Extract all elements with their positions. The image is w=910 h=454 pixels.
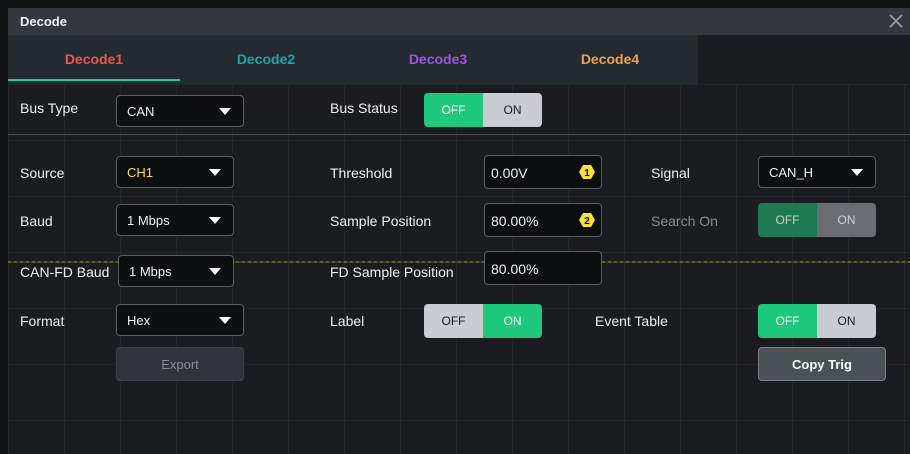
source-value: CH1 (127, 165, 154, 180)
baud-dropdown[interactable]: 1 Mbps (116, 204, 234, 236)
format-label: Format (20, 313, 65, 329)
bus-type-value: CAN (127, 104, 155, 119)
format-dropdown[interactable]: Hex (116, 304, 244, 336)
threshold-value: 0.00V (491, 165, 528, 181)
knob-1-number: 1 (584, 168, 590, 179)
baud-label: Baud (20, 213, 53, 229)
copy-trig-button[interactable]: Copy Trig (758, 347, 886, 381)
search-on-on: ON (817, 203, 876, 237)
tab-decode1[interactable]: Decode1 (8, 35, 180, 84)
fd-sample-position-value: 80.00% (491, 261, 539, 277)
export-button: Export (116, 347, 244, 381)
label-label: Label (330, 313, 365, 329)
chevron-down-icon (209, 169, 221, 176)
search-on-toggle: OFF ON (758, 203, 876, 237)
label-toggle[interactable]: OFF ON (424, 304, 542, 338)
title-bar: Decode (8, 8, 910, 35)
tab-decode4[interactable]: Decode4 (524, 35, 696, 84)
signal-dropdown[interactable]: CAN_H (758, 156, 876, 188)
signal-value: CAN_H (769, 165, 814, 180)
chevron-down-icon (851, 169, 863, 176)
bus-status-label: Bus Status (330, 100, 398, 116)
event-table-label: Event Table (595, 313, 668, 329)
bus-status-off[interactable]: OFF (424, 93, 483, 127)
tab-decode3[interactable]: Decode3 (352, 35, 524, 84)
decode-dialog: Decode Decode1 Decode2 Decode3 Decode4 B… (8, 8, 910, 454)
bus-type-dropdown[interactable]: CAN (116, 95, 244, 127)
threshold-input[interactable]: 0.00V 1 (484, 155, 602, 189)
sample-position-value: 80.00% (491, 213, 539, 229)
knob-2-icon: 2 (579, 213, 595, 227)
search-on-label: Search On (651, 213, 718, 229)
source-label: Source (20, 165, 65, 181)
bus-type-label: Bus Type (20, 100, 79, 116)
tab-decode2[interactable]: Decode2 (180, 35, 352, 84)
baud-value: 1 Mbps (127, 213, 170, 228)
fd-sample-position-input[interactable]: 80.00% (484, 251, 602, 285)
knob-2-number: 2 (584, 216, 590, 227)
source-dropdown[interactable]: CH1 (116, 156, 234, 188)
label-on[interactable]: ON (483, 304, 542, 338)
search-on-off: OFF (758, 203, 817, 237)
threshold-label: Threshold (330, 165, 393, 181)
signal-label: Signal (651, 165, 690, 181)
chevron-down-icon (209, 268, 221, 275)
canfd-baud-value: 1 Mbps (129, 264, 172, 279)
fd-sample-position-label: FD Sample Position (330, 264, 454, 280)
chevron-down-icon (219, 317, 231, 324)
event-table-off[interactable]: OFF (758, 304, 817, 338)
sample-position-label: Sample Position (330, 213, 432, 229)
section-divider (8, 134, 910, 135)
chevron-down-icon (219, 108, 231, 115)
bus-status-on[interactable]: ON (483, 93, 542, 127)
canfd-baud-label: CAN-FD Baud (20, 264, 110, 280)
decode-tabs: Decode1 Decode2 Decode3 Decode4 (8, 35, 698, 84)
label-off[interactable]: OFF (424, 304, 483, 338)
knob-1-icon: 1 (579, 165, 595, 179)
sample-position-input[interactable]: 80.00% 2 (484, 203, 602, 237)
chevron-down-icon (209, 217, 221, 224)
decode-settings-panel: Bus Type CAN Bus Status OFF ON Source CH… (8, 84, 910, 454)
canfd-baud-dropdown[interactable]: 1 Mbps (118, 255, 234, 287)
format-value: Hex (127, 313, 151, 328)
bus-status-toggle[interactable]: OFF ON (424, 93, 542, 127)
event-table-toggle[interactable]: OFF ON (758, 304, 876, 338)
close-icon[interactable] (886, 11, 906, 31)
event-table-on[interactable]: ON (817, 304, 876, 338)
dialog-title: Decode (20, 14, 67, 29)
